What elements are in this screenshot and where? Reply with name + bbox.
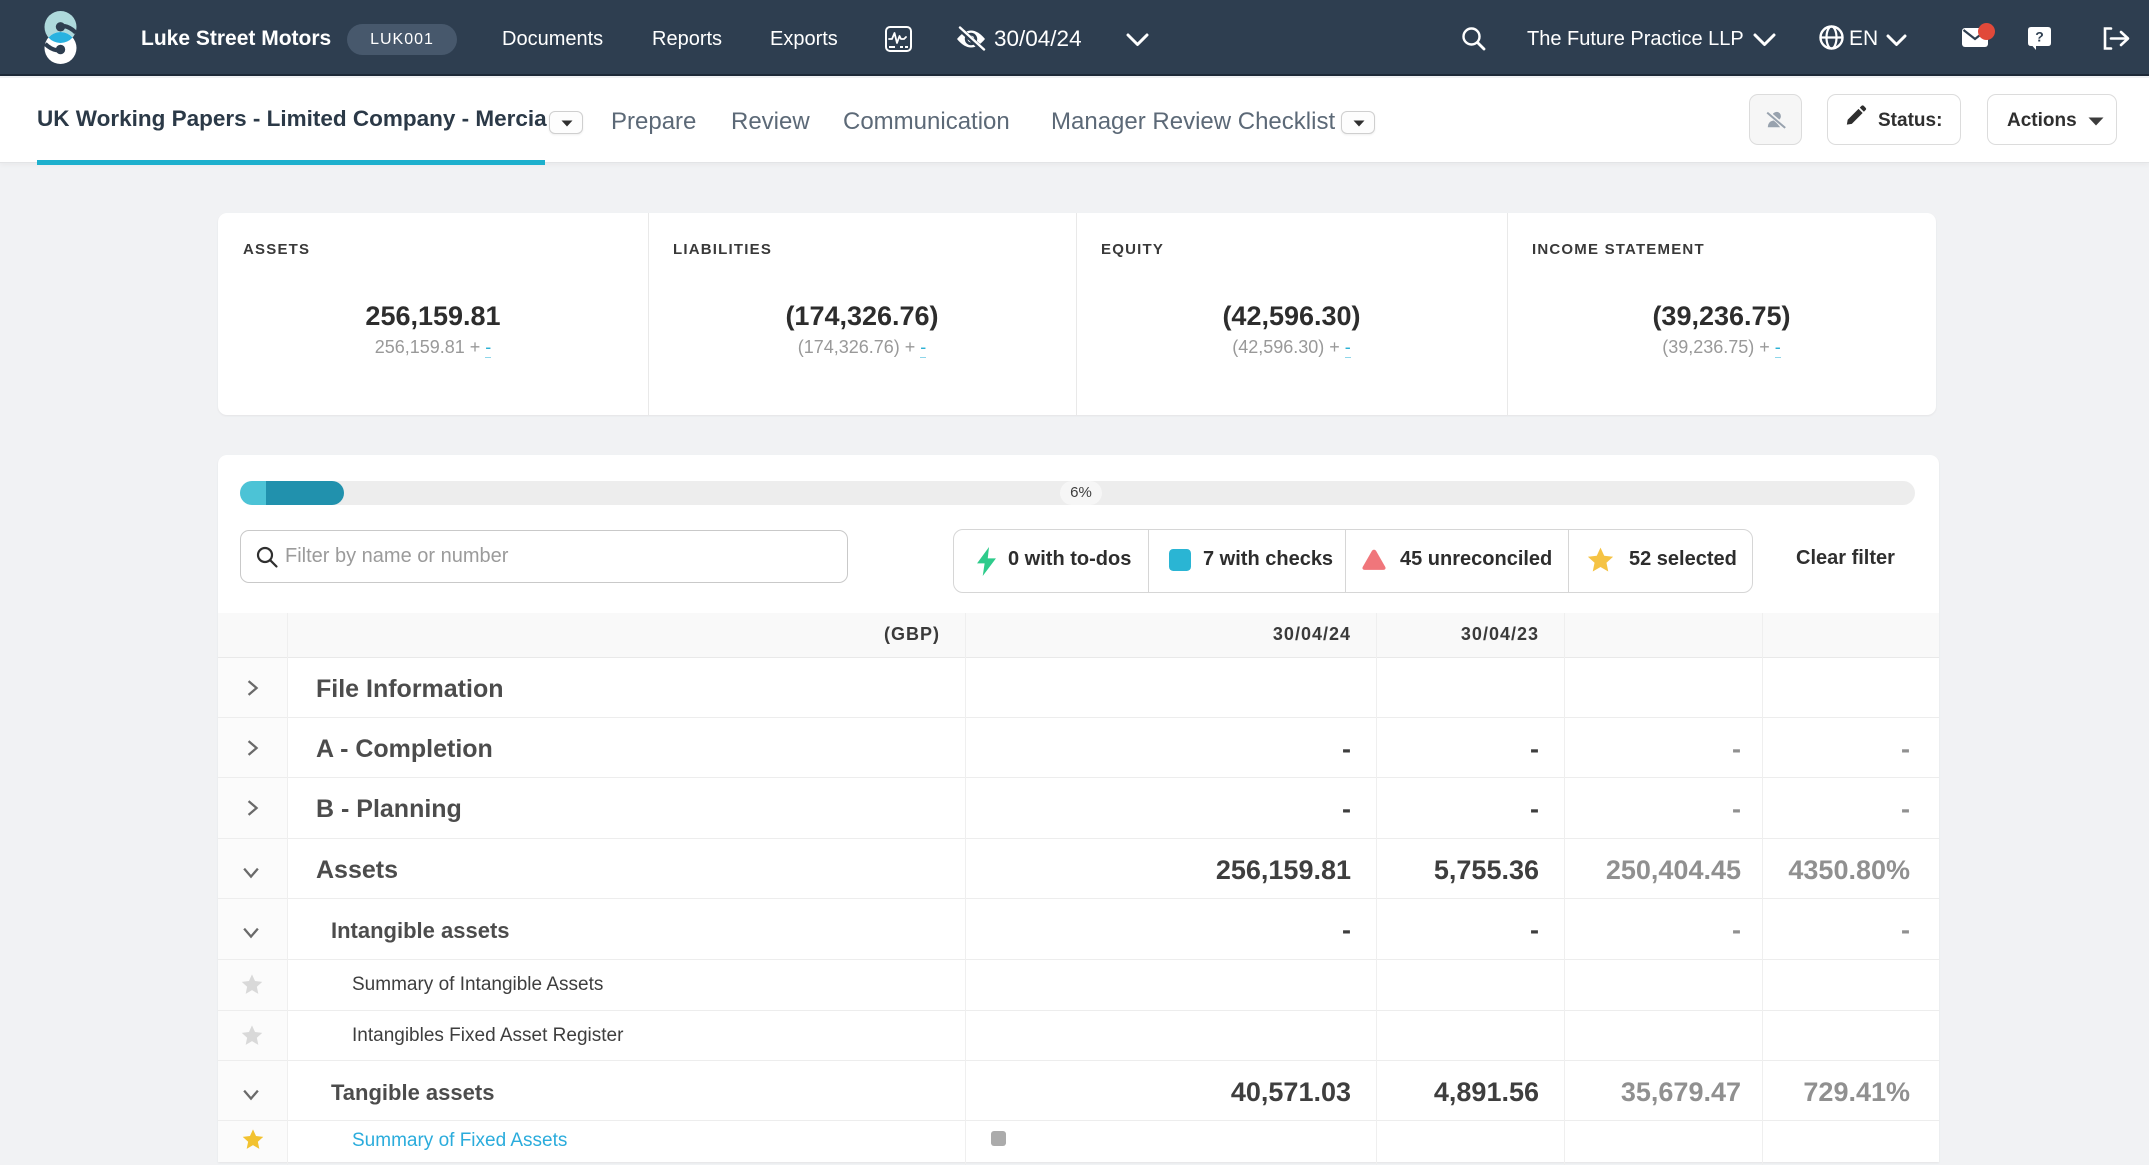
svg-text:?: ? <box>2035 29 2044 45</box>
